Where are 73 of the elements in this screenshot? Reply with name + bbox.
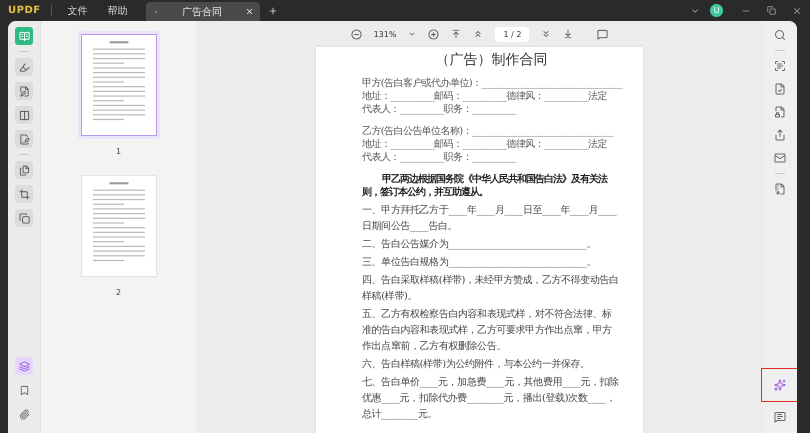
party-line: 甲方(告白客户或代办单位)：________________________________	[362, 77, 621, 90]
zoom-in-icon	[428, 28, 440, 40]
file-archive-icon[interactable]	[774, 183, 786, 195]
columns-tool[interactable]	[15, 106, 33, 124]
document-title: （广告）制作合同	[434, 51, 548, 69]
tab-title: 广告合同	[181, 6, 224, 18]
preamble-paragraph: 甲乙两边根据国务院《中华人民共和国告白法》及有关法则，签订本公约，并互助遵从。	[362, 173, 608, 199]
restore-icon[interactable]	[767, 6, 776, 15]
document-tab[interactable]: 广告合同	[146, 2, 260, 21]
reader-icon	[18, 30, 30, 42]
zoom-in-button[interactable]	[428, 28, 440, 40]
mail-icon[interactable]	[774, 152, 786, 164]
previous-page-button[interactable]	[473, 29, 484, 39]
app-logo: UPDF	[0, 5, 52, 16]
page-number: 1	[116, 147, 122, 156]
file-check-icon[interactable]	[774, 83, 786, 95]
crop-icon	[18, 188, 30, 200]
close-icon[interactable]	[244, 7, 254, 16]
double-chevron-down-icon	[541, 29, 552, 39]
first-page-button[interactable]	[451, 29, 462, 39]
file-signature-icon	[18, 134, 30, 144]
clause-paragraph: 一、甲方拜托乙方于____年____月____日至____年____月____日期间公告____告白。	[362, 204, 618, 234]
zoom-out-icon	[350, 28, 362, 40]
comment-icon[interactable]	[774, 411, 786, 423]
clause-paragraph: 二、告白公告媒介为______________________________。	[362, 238, 598, 252]
sparkles-icon[interactable]	[774, 379, 786, 391]
party-line: 地址：__________邮码：__________德律风：__________法定	[362, 138, 608, 151]
page-input-field[interactable]: 1 / 2	[495, 26, 530, 42]
clause-paragraph: 四、告白采取样稿(样带)，未经甲方赞成，乙方不得变动告白样稿(样带)。	[362, 274, 620, 304]
crop-tool[interactable]	[15, 185, 33, 203]
bookmark-icon	[18, 384, 30, 396]
clause-paragraph: 五、乙方有权检察告白内容和表现式样，对不符合法律、标准的告白内容和表现式样，乙方可要求甲方作出点窜，甲方作出点窜前，乙方有权删除公告。	[362, 308, 613, 354]
party-line: 代表人：__________职务：__________	[362, 151, 518, 164]
paperclip-icon	[18, 408, 30, 420]
double-chevron-up-icon	[473, 29, 484, 39]
highlighter-tool[interactable]	[15, 58, 33, 76]
comment-button[interactable]	[597, 28, 608, 40]
comment-icon	[597, 28, 608, 40]
next-page-button[interactable]	[541, 29, 552, 39]
file-signature-tool[interactable]	[15, 130, 33, 148]
menu-item[interactable]: 帮助	[92, 4, 128, 18]
last-page-button[interactable]	[563, 29, 574, 39]
layers-icon	[18, 360, 30, 372]
zoom-level[interactable]: 131%	[374, 30, 396, 38]
copy-tool[interactable]	[15, 209, 33, 227]
scan-text-icon[interactable]	[774, 60, 786, 72]
layers-tool[interactable]	[15, 357, 33, 375]
party-line: 乙方(告白公告单位名称)：________________________________	[362, 125, 614, 138]
party-line: 地址：__________邮码：__________德律风：__________法定	[362, 90, 608, 103]
close-icon[interactable]	[792, 6, 802, 16]
file-pen-icon	[18, 86, 30, 96]
highlighter-icon	[18, 62, 30, 72]
clause-paragraph: 七、告白单价____元，加急费____元，其他费用____元，扣除优惠____元，扣除代办费________元，播出(登载)次数____，总计________元。	[362, 376, 620, 422]
files-icon	[18, 164, 30, 176]
columns-icon	[18, 110, 30, 120]
page-thumbnail-drawing[interactable]	[80, 34, 156, 136]
zoom-dropdown-button[interactable]	[408, 30, 416, 38]
copy-icon	[18, 212, 30, 224]
caret-icon	[408, 30, 416, 38]
zoom-out-button[interactable]	[350, 28, 362, 40]
new-tab-icon[interactable]	[268, 6, 278, 16]
share-icon[interactable]	[774, 129, 786, 141]
clause-paragraph: 六、告白样稿(样带)为公约附件，与本公约一并保存。	[362, 358, 591, 372]
arrow-up-to-line-icon	[451, 29, 462, 39]
file-pen-tool[interactable]	[15, 82, 33, 100]
clause-paragraph: 三、单位告白规格为______________________________。	[362, 256, 598, 270]
party-line: 代表人：__________职务：__________	[362, 103, 518, 116]
files-tool[interactable]	[15, 161, 33, 179]
file-lock-icon[interactable]	[774, 106, 786, 118]
arrow-down-to-line-icon	[563, 29, 574, 39]
page-number: 2	[116, 288, 122, 297]
menu-item[interactable]: 文件	[52, 4, 88, 18]
search-icon[interactable]	[774, 29, 786, 41]
